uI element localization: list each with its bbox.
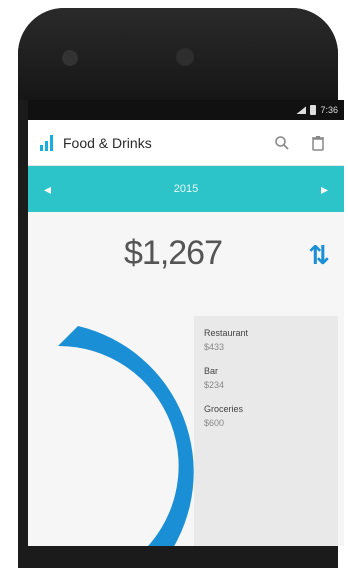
trash-icon[interactable] bbox=[304, 129, 332, 157]
sort-icon[interactable]: ⇅ bbox=[308, 240, 330, 271]
status-bar: 7:36 bbox=[28, 100, 344, 120]
phone-bezel bbox=[18, 8, 338, 100]
legend-value: $234 bbox=[204, 380, 225, 390]
donut-segment[interactable] bbox=[58, 326, 194, 546]
legend-name: Restaurant bbox=[204, 328, 249, 338]
legend-item[interactable]: Bar $234 bbox=[204, 366, 328, 390]
total-summary: $1,267 ⇅ bbox=[28, 212, 344, 298]
signal-icon bbox=[296, 106, 307, 114]
speaker-grille bbox=[62, 50, 78, 66]
legend-item[interactable]: Groceries $600 bbox=[204, 404, 328, 428]
app-bar: Food & Drinks bbox=[28, 120, 344, 166]
status-time: 7:36 bbox=[320, 105, 338, 115]
donut-chart[interactable] bbox=[48, 316, 198, 546]
period-selector: ◂ 2015 ▸ bbox=[28, 166, 344, 212]
legend-value: $600 bbox=[204, 418, 225, 428]
chart-area: Restaurant $433 Bar $234 Groceries $600 bbox=[28, 298, 344, 546]
front-camera bbox=[176, 48, 194, 66]
legend-name: Groceries bbox=[204, 404, 244, 414]
period-label[interactable]: 2015 bbox=[174, 183, 198, 195]
legend-name: Bar bbox=[204, 366, 219, 376]
app-title: Food & Drinks bbox=[63, 134, 152, 151]
bar-chart-icon[interactable] bbox=[40, 134, 53, 151]
search-icon[interactable] bbox=[268, 129, 296, 157]
screen: 7:36 Food & Drinks ◂ 2015 ▸ $1,267 ⇅ Res… bbox=[28, 100, 344, 546]
legend-value: $433 bbox=[204, 342, 225, 352]
category-legend: Restaurant $433 Bar $234 Groceries $600 bbox=[194, 316, 338, 546]
phone-frame: 7:36 Food & Drinks ◂ 2015 ▸ $1,267 ⇅ Res… bbox=[18, 8, 344, 568]
battery-icon bbox=[310, 105, 317, 115]
chevron-right-icon[interactable]: ▸ bbox=[321, 181, 328, 198]
total-amount: $1,267 bbox=[124, 234, 223, 272]
chevron-left-icon[interactable]: ◂ bbox=[44, 181, 51, 198]
legend-item[interactable]: Restaurant $433 bbox=[204, 328, 328, 352]
